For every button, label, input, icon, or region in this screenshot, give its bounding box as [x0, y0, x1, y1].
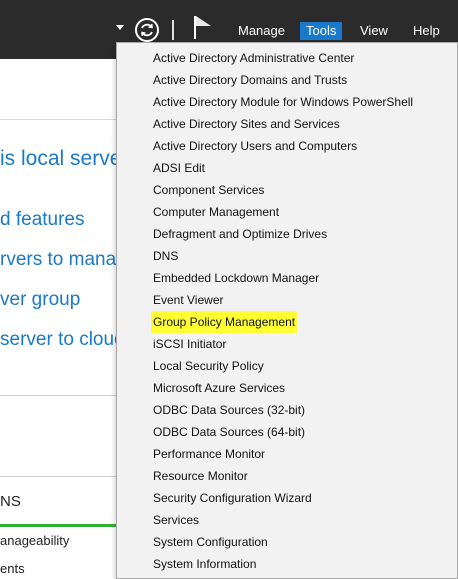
chevron-down-icon[interactable] [116, 25, 124, 30]
menu-item[interactable]: Computer Management [153, 201, 279, 223]
menu-tools[interactable]: Tools [300, 22, 343, 40]
link-add-servers[interactable]: rvers to manag [0, 249, 127, 271]
refresh-icon[interactable] [134, 17, 160, 43]
menu-item[interactable]: Event Viewer [153, 289, 223, 311]
list-item[interactable]: ents [0, 561, 25, 576]
panel-header-band [0, 59, 118, 120]
menu-item[interactable]: Security Configuration Wizard [153, 487, 312, 509]
menu-item[interactable]: ODBC Data Sources (64-bit) [153, 421, 305, 443]
menu-item[interactable]: Defragment and Optimize Drives [153, 223, 327, 245]
menu-item[interactable]: Local Security Policy [153, 355, 264, 377]
menu-manage[interactable]: Manage [238, 22, 285, 40]
status-bar-green [0, 524, 118, 527]
panel-divider [0, 395, 118, 396]
menu-view[interactable]: View [360, 22, 388, 40]
link-connect-cloud[interactable]: server to clouc [0, 329, 124, 351]
menu-item[interactable]: Active Directory Users and Computers [153, 135, 357, 157]
menu-item[interactable]: Embedded Lockdown Manager [153, 267, 319, 289]
tools-menu: Active Directory Administrative Center A… [116, 42, 458, 579]
menu-item[interactable]: Resource Monitor [153, 465, 248, 487]
flag-icon[interactable] [193, 14, 213, 40]
menu-item[interactable]: Active Directory Administrative Center [153, 47, 354, 69]
menu-item[interactable]: Component Services [153, 179, 264, 201]
menu-item[interactable]: iSCSI Initiator [153, 333, 226, 355]
menu-item[interactable]: ADSI Edit [153, 157, 205, 179]
menu-item[interactable]: Active Directory Module for Windows Powe… [153, 91, 413, 113]
section-heading: NS [0, 493, 21, 510]
menu-item[interactable]: System Information [153, 553, 256, 575]
menu-item[interactable]: Services [153, 509, 199, 531]
menu-item[interactable]: ODBC Data Sources (32-bit) [153, 399, 305, 421]
menu-item-group-policy-management[interactable]: Group Policy Management [151, 311, 298, 333]
link-server-group[interactable]: ver group [0, 289, 80, 311]
menu-item[interactable]: Active Directory Domains and Trusts [153, 69, 347, 91]
menu-item[interactable]: Microsoft Azure Services [153, 377, 285, 399]
menu-item[interactable]: Active Directory Sites and Services [153, 113, 340, 135]
list-item[interactable]: anageability [0, 533, 69, 548]
toolbar-separator [172, 20, 174, 40]
panel-divider [0, 476, 118, 477]
welcome-title: is local serve [0, 147, 122, 170]
menu-item[interactable]: Performance Monitor [153, 443, 265, 465]
menu-help[interactable]: Help [413, 22, 440, 40]
menu-item[interactable]: System Configuration [153, 531, 268, 553]
menu-item[interactable]: DNS [153, 245, 178, 267]
link-add-features[interactable]: d features [0, 209, 85, 231]
